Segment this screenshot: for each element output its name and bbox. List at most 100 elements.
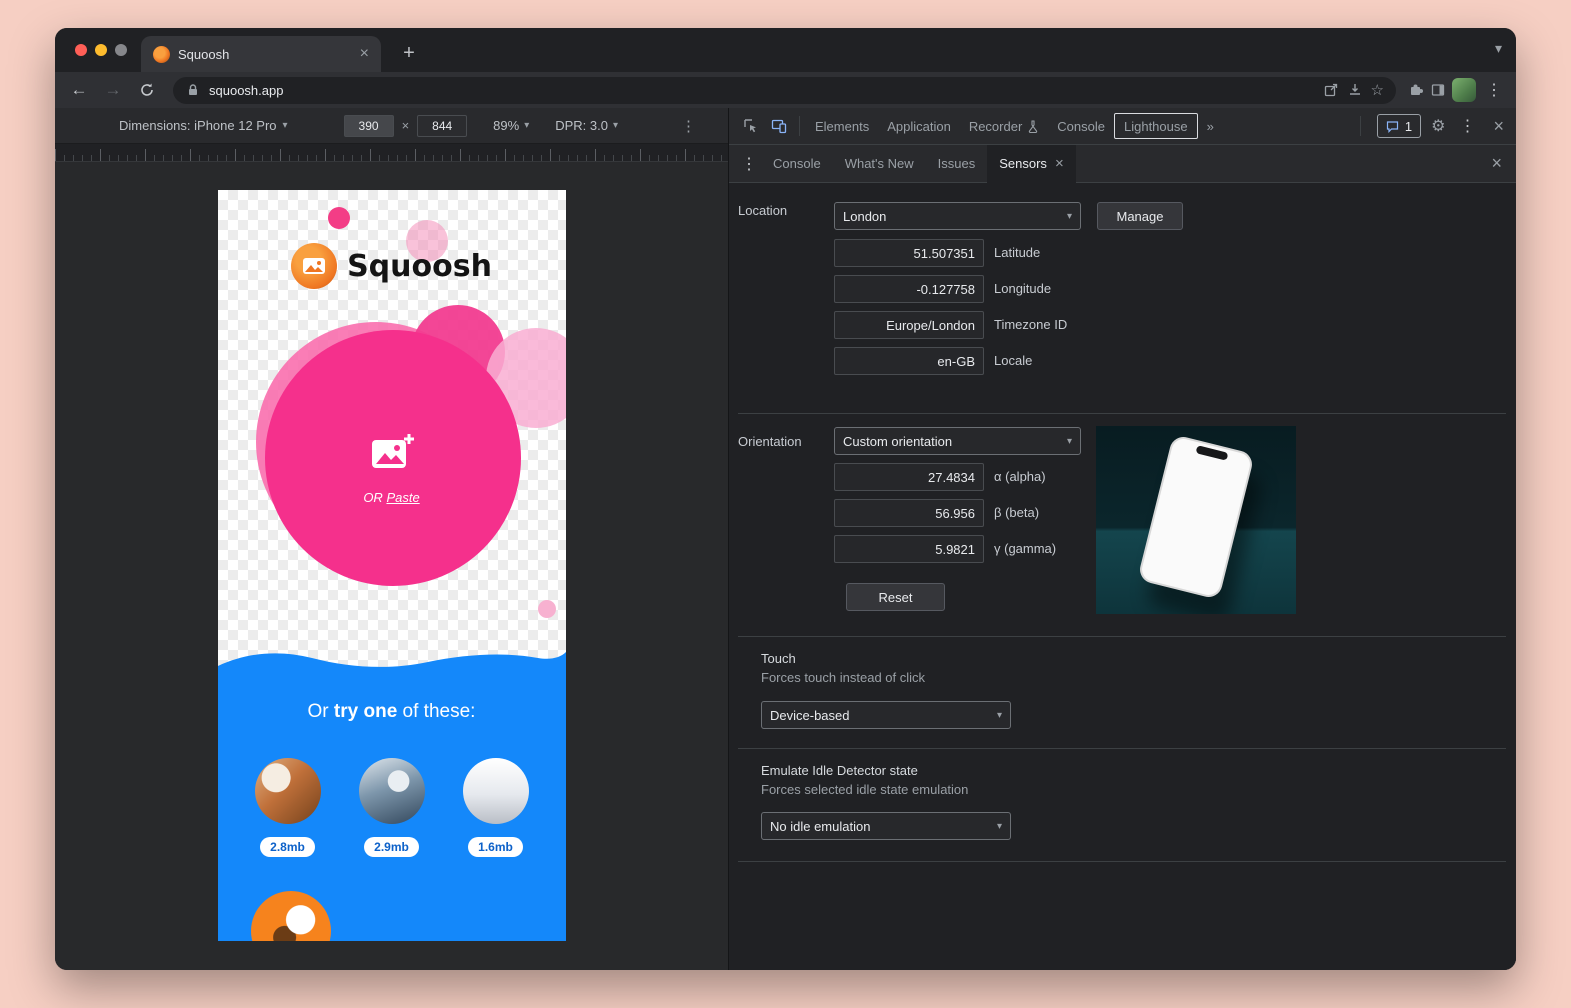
dpr-select[interactable]: DPR: 3.0 ▾: [555, 118, 618, 133]
bookmark-icon[interactable]: ☆: [1371, 81, 1384, 99]
touch-description: Forces touch instead of click: [761, 670, 925, 685]
idle-title: Emulate Idle Detector state: [761, 763, 918, 778]
device-select[interactable]: Dimensions: iPhone 12 Pro ▾: [119, 118, 288, 133]
reload-button[interactable]: [133, 76, 161, 104]
tab-elements[interactable]: Elements: [806, 108, 878, 145]
side-panel-icon[interactable]: [1430, 82, 1446, 98]
locale-input[interactable]: [834, 347, 984, 375]
chevron-down-icon: ▾: [613, 120, 618, 131]
sample-size-badge: 1.6mb: [468, 837, 523, 857]
squoosh-logo: Squoosh: [218, 243, 566, 289]
location-select[interactable]: London ▾: [834, 202, 1081, 230]
experiment-flask-icon: [1027, 120, 1039, 133]
browser-tab-squoosh[interactable]: Squoosh ×: [141, 36, 381, 72]
idle-select[interactable]: No idle emulation ▾: [761, 812, 1011, 840]
locale-label: Locale: [994, 347, 1032, 375]
chevron-down-icon: ▾: [524, 120, 529, 131]
manage-locations-button[interactable]: Manage: [1097, 202, 1183, 230]
install-app-icon[interactable]: [1347, 82, 1363, 98]
issue-count: 1: [1405, 119, 1412, 134]
touch-title: Touch: [761, 651, 796, 666]
idle-description: Forces selected idle state emulation: [761, 782, 968, 797]
profile-avatar[interactable]: [1452, 78, 1476, 102]
sample-thumbnails: 2.8mb 2.9mb 1.6mb: [218, 758, 566, 857]
minimize-window-button[interactable]: [95, 44, 107, 56]
decor-pink-dot: [538, 600, 556, 618]
zoom-window-button[interactable]: [115, 44, 127, 56]
beta-input[interactable]: [834, 499, 984, 527]
alpha-input[interactable]: [834, 463, 984, 491]
orientation-select[interactable]: Custom orientation ▾: [834, 427, 1081, 455]
tab-title: Squoosh: [178, 47, 352, 62]
drawer-tab-whats-new[interactable]: What's New: [833, 145, 926, 183]
orientation-phone-preview[interactable]: [1096, 426, 1296, 614]
devtools-menu-icon[interactable]: ⋮: [1455, 116, 1479, 136]
devtools-close-icon[interactable]: ×: [1489, 116, 1508, 137]
add-image-icon[interactable]: [370, 432, 416, 477]
forward-button[interactable]: →: [99, 76, 127, 104]
toggle-device-toolbar-button[interactable]: [765, 113, 793, 139]
close-window-button[interactable]: [75, 44, 87, 56]
devtools-pane: Elements Application Recorder Console Li…: [728, 108, 1516, 970]
browser-toolbar: ← → squoosh.app ☆: [55, 72, 1516, 108]
horizontal-ruler: [55, 144, 728, 162]
tab-application[interactable]: Application: [878, 108, 960, 145]
sample-item: 2.9mb: [359, 758, 425, 857]
devtools-tab-bar: Elements Application Recorder Console Li…: [729, 108, 1516, 145]
device-toolbar-icon: [771, 118, 787, 134]
chevron-down-icon: ▾: [1067, 211, 1072, 222]
longitude-label: Longitude: [994, 275, 1051, 303]
extensions-icon[interactable]: [1408, 82, 1424, 98]
gamma-input[interactable]: [834, 535, 984, 563]
close-sensors-tab-icon[interactable]: ×: [1055, 155, 1064, 172]
more-tabs-button[interactable]: »: [1198, 108, 1223, 145]
inspect-element-button[interactable]: [737, 113, 765, 139]
drawer-tab-bar: ⋮ Console What's New Issues Sensors × ×: [729, 145, 1516, 183]
reset-orientation-button[interactable]: Reset: [846, 583, 945, 611]
chat-bubble-icon: [1386, 120, 1399, 133]
squoosh-favicon-icon: [153, 46, 170, 63]
inspect-cursor-icon: [743, 118, 759, 134]
sample-image-phone[interactable]: [463, 758, 529, 824]
alpha-label: α (alpha): [994, 463, 1046, 491]
sample-item: 1.6mb: [463, 758, 529, 857]
paste-hint: OR Paste: [218, 490, 566, 505]
back-button[interactable]: ←: [65, 76, 93, 104]
tab-search-icon[interactable]: ▾: [1495, 40, 1502, 57]
timezone-input[interactable]: [834, 311, 984, 339]
touch-select[interactable]: Device-based ▾: [761, 701, 1011, 729]
sensors-panel: Location London ▾ Manage Latitude Longit…: [729, 183, 1516, 970]
paste-link[interactable]: Paste: [386, 490, 419, 505]
squoosh-logo-text: Squoosh: [347, 249, 492, 284]
tab-close-icon[interactable]: ×: [360, 45, 369, 63]
tab-lighthouse[interactable]: Lighthouse: [1114, 113, 1198, 139]
latitude-label: Latitude: [994, 239, 1040, 267]
longitude-input[interactable]: [834, 275, 984, 303]
zoom-select[interactable]: 89% ▾: [493, 118, 529, 133]
address-bar[interactable]: squoosh.app ☆: [173, 77, 1396, 104]
url-text: squoosh.app: [209, 83, 283, 98]
window-controls: [75, 44, 127, 56]
image-glyph-icon: [302, 256, 326, 276]
issues-counter-button[interactable]: 1: [1377, 114, 1421, 138]
phone-3d-model: [1137, 434, 1255, 600]
drawer-tab-sensors[interactable]: Sensors ×: [987, 145, 1075, 183]
close-drawer-icon[interactable]: ×: [1485, 153, 1508, 174]
browser-menu-icon[interactable]: ⋮: [1482, 80, 1506, 100]
sample-image-panda[interactable]: [255, 758, 321, 824]
latitude-input[interactable]: [834, 239, 984, 267]
sample-image-workspace[interactable]: [359, 758, 425, 824]
dimension-separator: ×: [402, 118, 410, 133]
drawer-tab-issues[interactable]: Issues: [926, 145, 988, 183]
viewport-width-input[interactable]: [344, 115, 394, 137]
viewport-height-input[interactable]: [417, 115, 467, 137]
blue-wave: [218, 645, 566, 672]
drawer-menu-icon[interactable]: ⋮: [737, 154, 761, 174]
tab-console[interactable]: Console: [1048, 108, 1114, 145]
tab-recorder[interactable]: Recorder: [960, 108, 1048, 145]
device-toolbar-menu-icon[interactable]: ⋮: [681, 117, 696, 135]
share-icon[interactable]: [1323, 82, 1339, 98]
new-tab-button[interactable]: +: [395, 40, 423, 68]
devtools-settings-icon[interactable]: ⚙: [1431, 116, 1445, 136]
drawer-tab-console[interactable]: Console: [761, 145, 833, 183]
